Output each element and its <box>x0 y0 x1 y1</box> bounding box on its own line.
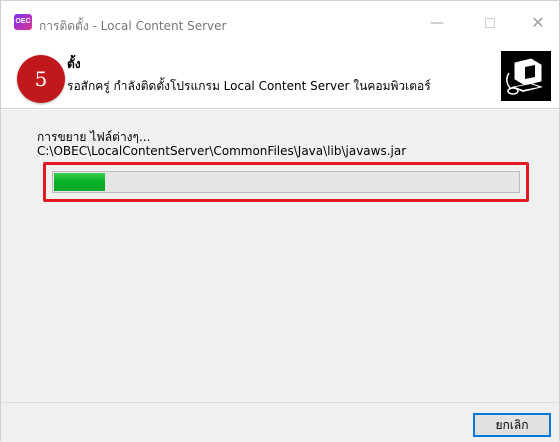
title-bar[interactable]: OEC การติดตั้ง - Local Content Server — … <box>1 1 559 45</box>
maximize-button <box>475 11 505 35</box>
current-file-path: C:\OBEC\LocalContentServer\CommonFiles\J… <box>37 144 407 158</box>
cancel-button[interactable]: ยกเลิก <box>473 413 551 437</box>
progress-bar <box>52 171 520 193</box>
window-title: การติดตั้ง - Local Content Server <box>39 19 227 33</box>
maximize-icon <box>485 18 495 28</box>
progress-fill <box>54 173 105 191</box>
page-subtitle: รอสักครู่ กำลังติดตั้งโปรแกรม Local Cont… <box>67 79 431 93</box>
minimize-button[interactable]: — <box>422 11 452 35</box>
wizard-body: การขยาย ไฟล์ต่างๆ... C:\OBEC\LocalConten… <box>1 110 559 402</box>
step-badge: 5 <box>17 55 65 103</box>
app-logo-icon: OEC <box>14 14 32 30</box>
computer-install-icon <box>501 51 551 101</box>
wizard-footer: ยกเลิก <box>1 402 559 442</box>
installer-window: OEC การติดตั้ง - Local Content Server — … <box>0 0 560 442</box>
page-title: ตั้ง <box>67 57 81 71</box>
close-button[interactable]: ✕ <box>523 11 553 35</box>
progress-highlight <box>43 162 529 202</box>
wizard-header: 5 ตั้ง รอสักครู่ กำลังติดตั้งโปรแกรม Loc… <box>1 45 559 109</box>
